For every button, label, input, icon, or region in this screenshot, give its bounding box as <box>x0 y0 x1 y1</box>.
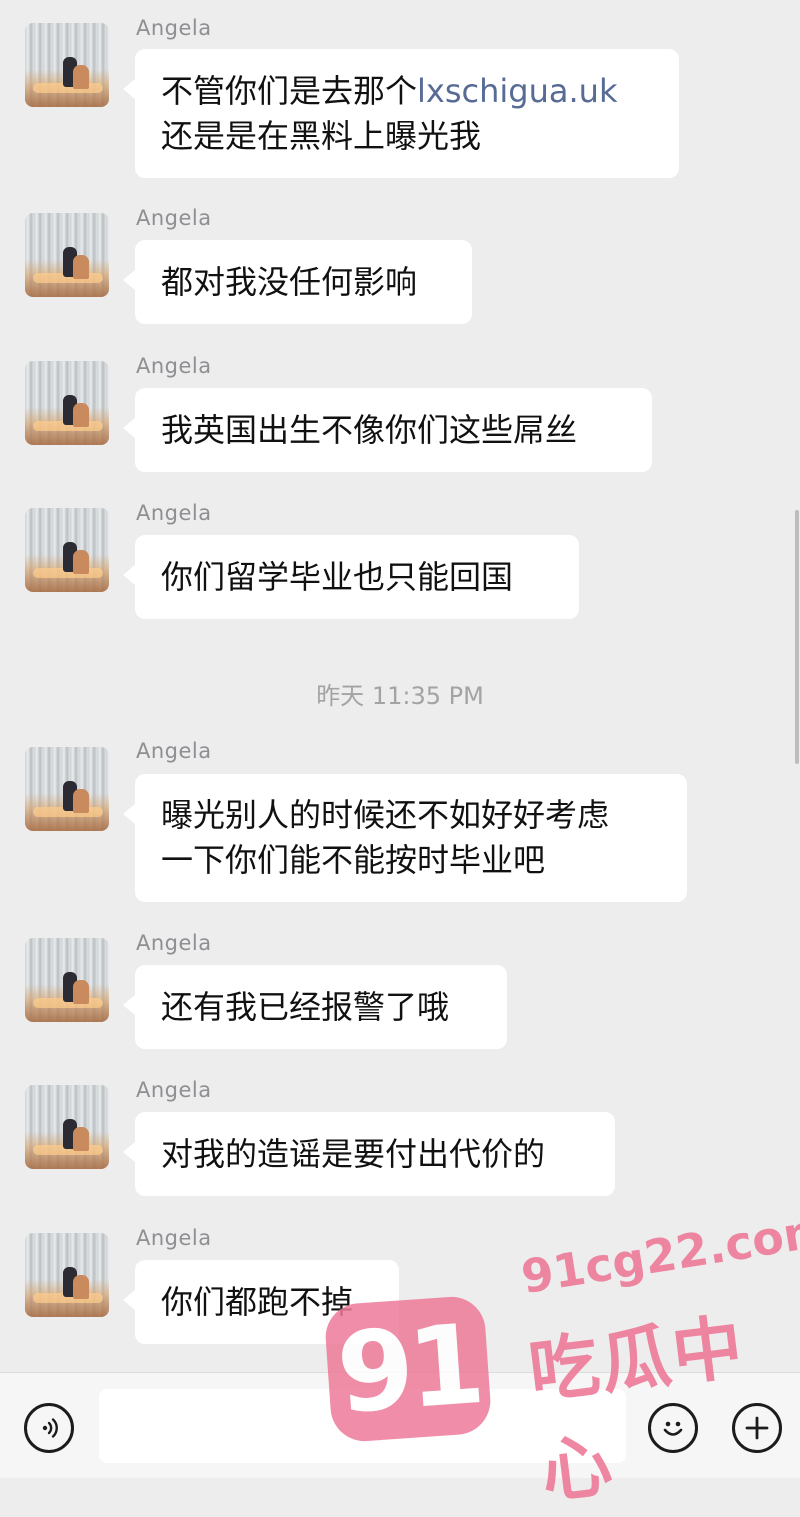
watermark-name: 吃瓜中心 <box>524 1305 749 1514</box>
avatar[interactable] <box>25 213 109 297</box>
message-line: 你们留学毕业也只能回国 <box>161 557 514 596</box>
message-line: 我英国出生不像你们这些屌丝 <box>161 410 578 449</box>
avatar[interactable] <box>25 747 109 831</box>
message-line: 一下你们能不能按时毕业吧 <box>161 841 546 879</box>
message-bubble[interactable]: 还有我已经报警了哦 <box>123 965 507 1049</box>
message-line: 曝光别人的时候还不如好好考虑 <box>161 796 610 834</box>
timestamp-divider: 昨天 11:35 PM <box>316 682 484 710</box>
sender-name: Angela <box>136 206 212 230</box>
message-bubble[interactable]: 都对我没任何影响 <box>123 240 472 324</box>
sender-name: Angela <box>136 501 212 525</box>
message-bubble[interactable]: 不管你们是去那个lxschigua.uk 还是是在黑料上曝光我 <box>123 49 679 178</box>
message-line: 不管你们是去那个lxschigua.uk <box>161 71 618 110</box>
sender-name: Angela <box>136 1226 212 1250</box>
message-line: 还是是在黑料上曝光我 <box>161 116 482 155</box>
sender-name: Angela <box>136 16 212 40</box>
message-bubble[interactable]: 曝光别人的时候还不如好好考虑 一下你们能不能按时毕业吧 <box>123 774 687 902</box>
message-bubble[interactable]: 我英国出生不像你们这些屌丝 <box>123 388 652 472</box>
avatar[interactable] <box>25 1233 109 1317</box>
sender-name: Angela <box>136 931 212 955</box>
watermark-logo: 91 <box>323 1294 493 1444</box>
avatar[interactable] <box>25 361 109 445</box>
voice-button[interactable] <box>24 1403 74 1453</box>
message-bubble[interactable]: 对我的造谣是要付出代价的 <box>123 1112 615 1196</box>
message-line: 对我的造谣是要付出代价的 <box>161 1134 546 1173</box>
message-link[interactable]: lxschigua.uk <box>417 72 617 110</box>
chat-message-list[interactable]: Angela 不管你们是去那个lxschigua.uk 还是是在黑料上曝光我 A… <box>0 0 800 1372</box>
avatar[interactable] <box>25 1085 109 1169</box>
sender-name: Angela <box>136 739 212 763</box>
message-bubble[interactable]: 你们留学毕业也只能回国 <box>123 535 579 619</box>
message-line: 都对我没任何影响 <box>161 262 418 301</box>
sender-name: Angela <box>136 1078 212 1102</box>
scrollbar[interactable] <box>795 510 799 764</box>
sender-name: Angela <box>136 354 212 378</box>
voice-icon <box>42 1418 58 1438</box>
avatar[interactable] <box>25 938 109 1022</box>
message-line: 还有我已经报警了哦 <box>161 987 450 1026</box>
avatar[interactable] <box>25 508 109 592</box>
avatar[interactable] <box>25 23 109 107</box>
